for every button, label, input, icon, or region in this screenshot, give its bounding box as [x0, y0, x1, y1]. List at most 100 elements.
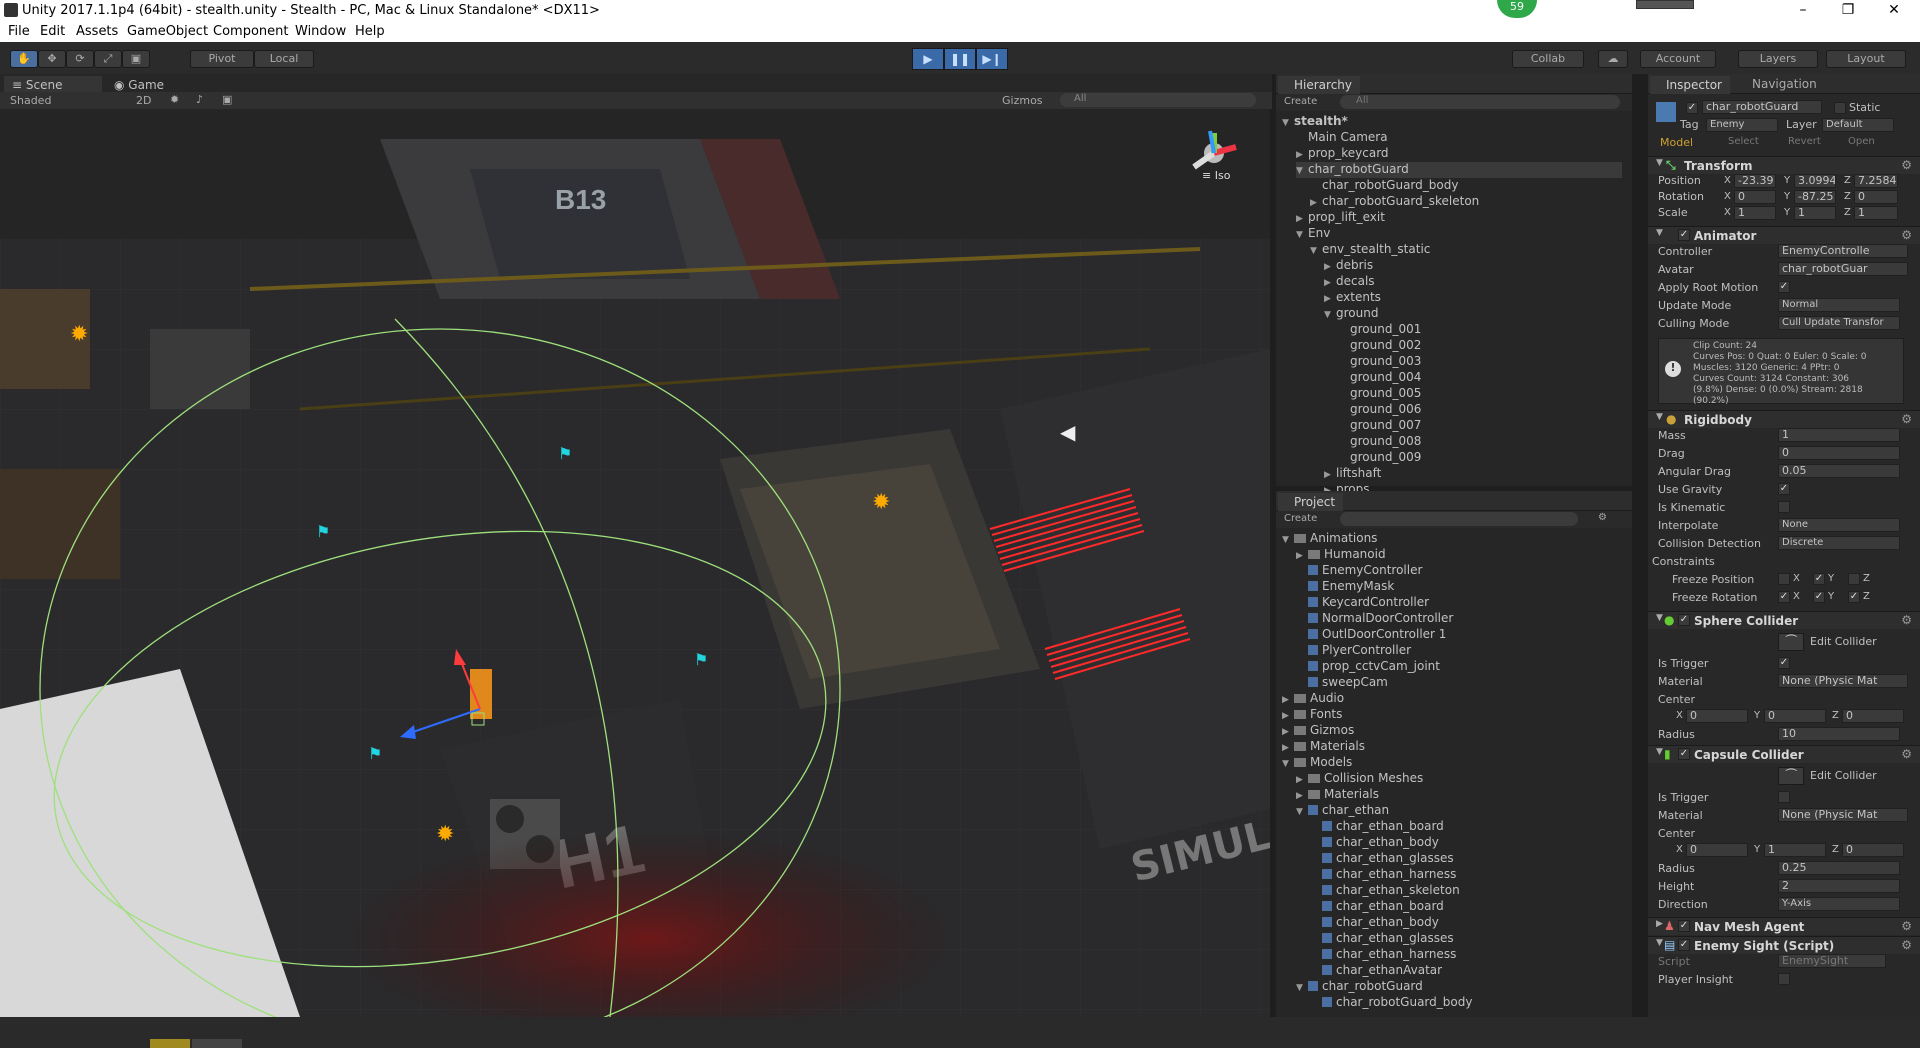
notification-badge[interactable]: 59	[1497, 0, 1537, 18]
foldout-arrow-icon[interactable]: ▼	[1310, 246, 1322, 256]
project-item[interactable]: ▶ Humanoid	[1296, 547, 1386, 563]
layout-dropdown[interactable]: Layout	[1826, 50, 1906, 68]
hierarchy-item[interactable]: ▶ debris	[1324, 258, 1373, 274]
project-item[interactable]: OutlDoorController 1	[1296, 627, 1446, 643]
foldout-arrow-icon[interactable]: ▶	[1296, 150, 1308, 160]
menu-component[interactable]: Component	[213, 24, 288, 39]
scale-y-field[interactable]: 1	[1794, 206, 1836, 220]
hierarchy-item[interactable]: ground_004	[1338, 370, 1421, 386]
hierarchy-item[interactable]: ▼ Env	[1296, 226, 1330, 242]
freeze-rot-y-checkbox[interactable]: ✓	[1813, 591, 1825, 603]
apply-root-motion-checkbox[interactable]: ✓	[1778, 281, 1790, 293]
foldout-arrow-icon[interactable]: ▶	[1324, 294, 1336, 304]
freeze-rot-x-checkbox[interactable]: ✓	[1778, 591, 1790, 603]
foldout-arrow-icon[interactable]: ▶	[1310, 198, 1322, 208]
is-kinematic-checkbox[interactable]	[1778, 501, 1790, 513]
rotation-x-field[interactable]: 0	[1734, 190, 1776, 204]
project-item[interactable]: char_ethan_glasses	[1310, 931, 1454, 947]
foldout-arrow-icon[interactable]: ▶	[1282, 711, 1294, 721]
layer-dropdown[interactable]: Default	[1822, 118, 1894, 132]
taskbar-item[interactable]	[192, 1039, 242, 1048]
project-item[interactable]: ▶ Fonts	[1282, 707, 1342, 723]
foldout-arrow-icon[interactable]: ▶	[1282, 695, 1294, 705]
capsule-collider-header[interactable]: ▼ ▮ ✓ Capsule Collider ⚙	[1648, 745, 1920, 763]
foldout-arrow-icon[interactable]: ▼	[1296, 166, 1308, 176]
foldout-arrow-icon[interactable]: ▶	[1282, 727, 1294, 737]
project-item[interactable]: char_ethan_glasses	[1310, 851, 1454, 867]
drag-field[interactable]: 0	[1778, 446, 1900, 460]
foldout-arrow-icon[interactable]: ▶	[1296, 551, 1308, 561]
hierarchy-item[interactable]: ▶ char_robotGuard_skeleton	[1310, 194, 1479, 210]
hierarchy-item[interactable]: ground_002	[1338, 338, 1421, 354]
menu-gameobject[interactable]: GameObject	[127, 24, 208, 39]
scene-viewport[interactable]: B13 H1	[0, 109, 1270, 1017]
hierarchy-item[interactable]: ground_006	[1338, 402, 1421, 418]
enemy-sight-enabled-checkbox[interactable]: ✓	[1678, 939, 1690, 951]
maximize-button[interactable]: ❐	[1828, 2, 1868, 18]
minimize-button[interactable]: –	[1783, 2, 1823, 18]
audio-toggle-icon[interactable]: ♪	[196, 93, 203, 106]
animator-enabled-checkbox[interactable]: ✓	[1678, 229, 1690, 241]
freeze-rot-z-checkbox[interactable]: ✓	[1848, 591, 1860, 603]
mass-field[interactable]: 1	[1778, 428, 1900, 442]
sphere-center-z-field[interactable]: 0	[1842, 709, 1904, 723]
project-item[interactable]: ▶ Gizmos	[1282, 723, 1354, 739]
component-settings-icon[interactable]: ⚙	[1901, 412, 1912, 426]
rigidbody-header[interactable]: ▼ ● Rigidbody ⚙	[1648, 410, 1920, 428]
cloud-icon[interactable]: ☁	[1598, 50, 1628, 68]
edit-capsule-collider-button[interactable]: ⏜	[1778, 767, 1804, 785]
edit-collider-button[interactable]: ⏜	[1778, 633, 1804, 651]
scene-search-input[interactable]: All	[1060, 93, 1256, 107]
component-settings-icon[interactable]: ⚙	[1901, 613, 1912, 627]
foldout-arrow-icon[interactable]: ▼	[1296, 807, 1308, 817]
project-item[interactable]: EnemyController	[1296, 563, 1422, 579]
foldout-arrow-icon[interactable]: ▼	[1282, 535, 1294, 545]
interpolate-dropdown[interactable]: None	[1778, 518, 1900, 532]
animator-header[interactable]: ▼ ✓ Animator ⚙	[1648, 226, 1920, 244]
taskbar-item[interactable]	[150, 1039, 190, 1048]
project-item[interactable]: char_ethan_harness	[1310, 947, 1456, 963]
hierarchy-item[interactable]: ▶ decals	[1324, 274, 1375, 290]
project-item[interactable]: char_ethan_body	[1310, 915, 1439, 931]
project-item[interactable]: sweepCam	[1296, 675, 1388, 691]
sphere-center-y-field[interactable]: 0	[1764, 709, 1826, 723]
transform-header[interactable]: ▼ ⤡ Transform ⚙	[1648, 156, 1920, 174]
rotation-z-field[interactable]: 0	[1854, 190, 1898, 204]
freeze-pos-x-checkbox[interactable]	[1778, 573, 1790, 585]
foldout-arrow-icon[interactable]: ▶	[1324, 278, 1336, 288]
capsule-center-y-field[interactable]: 1	[1764, 843, 1826, 857]
project-search-input[interactable]	[1340, 512, 1578, 526]
scale-z-field[interactable]: 1	[1854, 206, 1898, 220]
hand-tool-icon[interactable]: ✋	[10, 50, 38, 68]
capsule-direction-dropdown[interactable]: Y-Axis	[1778, 897, 1900, 911]
component-settings-icon[interactable]: ⚙	[1901, 938, 1912, 952]
tab-inspector[interactable]: Inspector	[1650, 76, 1730, 94]
static-checkbox[interactable]	[1834, 102, 1846, 114]
menu-window[interactable]: Window	[295, 24, 346, 39]
hierarchy-item[interactable]: ground_009	[1338, 450, 1421, 466]
play-button[interactable]: ▶	[912, 48, 944, 70]
project-item[interactable]: EnemyMask	[1296, 579, 1394, 595]
hierarchy-item[interactable]: ▼ stealth*	[1282, 114, 1348, 130]
project-create-button[interactable]: Create	[1284, 513, 1317, 524]
project-item[interactable]: PlyerController	[1296, 643, 1411, 659]
hierarchy-item[interactable]: Main Camera	[1296, 130, 1388, 146]
player-insight-checkbox[interactable]	[1778, 973, 1790, 985]
move-tool-icon[interactable]: ✥	[38, 50, 66, 68]
sphere-material-field[interactable]: None (Physic Mat	[1778, 674, 1908, 688]
scale-tool-icon[interactable]: ⤢	[94, 50, 122, 68]
freeze-pos-z-checkbox[interactable]	[1848, 573, 1860, 585]
lighting-toggle-icon[interactable]: ✹	[170, 93, 179, 106]
sphere-is-trigger-checkbox[interactable]: ✓	[1778, 657, 1790, 669]
project-item[interactable]: char_ethan_board	[1310, 899, 1444, 915]
filter-type-icon[interactable]: ⚙	[1598, 512, 1607, 523]
angular-drag-field[interactable]: 0.05	[1778, 464, 1900, 478]
hierarchy-item[interactable]: ▼ char_robotGuard	[1296, 162, 1622, 178]
foldout-arrow-icon[interactable]: ▼	[1282, 118, 1294, 128]
hierarchy-item[interactable]: ▶ extents	[1324, 290, 1381, 306]
hierarchy-item[interactable]: ground_008	[1338, 434, 1421, 450]
hierarchy-create-button[interactable]: Create	[1284, 96, 1317, 107]
close-button[interactable]: ✕	[1874, 2, 1914, 18]
tab-hierarchy[interactable]: Hierarchy	[1278, 76, 1361, 94]
local-toggle[interactable]: Local	[254, 50, 314, 68]
